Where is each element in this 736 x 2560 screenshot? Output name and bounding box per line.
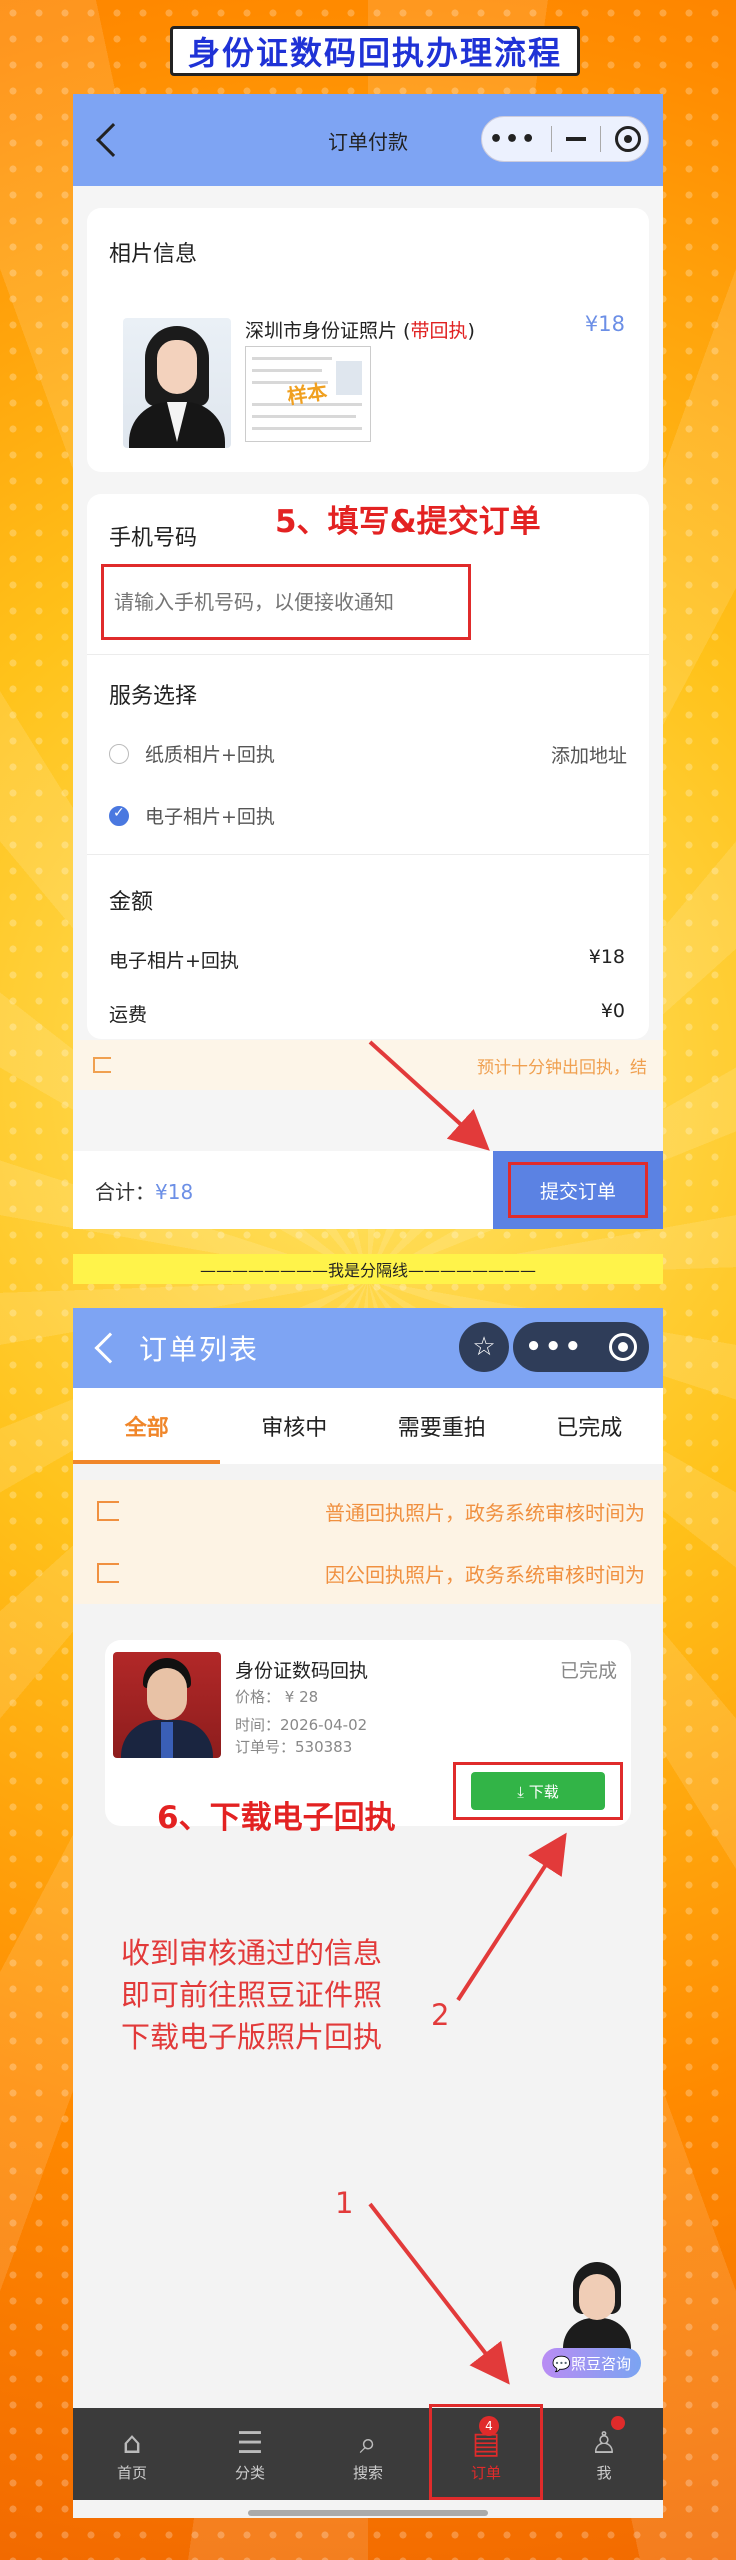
amount-row-label: 运费 bbox=[109, 1004, 148, 1026]
instruction-annotation: 收到审核通过的信息 即可前往照豆证件照 下载电子版照片回执 bbox=[121, 1936, 383, 2054]
search-icon: ⌕ bbox=[359, 2425, 377, 2461]
order-number: 订单号：530383 bbox=[235, 1738, 353, 1756]
consult-button[interactable]: 💬照豆咨询 bbox=[542, 2348, 641, 2378]
tabbar-home[interactable]: ⌂ 首页 bbox=[73, 2408, 191, 2500]
notification-dot bbox=[611, 2416, 625, 2430]
order-photo-thumbnail bbox=[113, 1652, 221, 1758]
more-icon[interactable]: ••• bbox=[525, 1332, 584, 1362]
order-count-badge: 4 bbox=[479, 2416, 499, 2436]
back-icon[interactable] bbox=[94, 1332, 126, 1364]
order-price: 价格： ¥ 28 bbox=[235, 1688, 319, 1706]
notice-text: 因公回执照片，政务系统审核时间为 bbox=[325, 1562, 645, 1587]
speaker-icon bbox=[97, 1563, 119, 1583]
service-label: 服务选择 bbox=[109, 684, 198, 709]
divider bbox=[87, 654, 649, 655]
order-tabs: 全部 审核中 需要重拍 已完成 bbox=[73, 1388, 663, 1464]
order-status: 已完成 bbox=[559, 1660, 617, 1682]
home-icon: ⌂ bbox=[122, 2425, 142, 2461]
submit-area: 提交订单 bbox=[493, 1151, 663, 1229]
tabbar-search[interactable]: ⌕ 搜索 bbox=[309, 2408, 427, 2500]
tabbar-me[interactable]: ♙ 我 bbox=[545, 2408, 663, 2500]
add-address-link[interactable]: 添加地址 bbox=[551, 741, 627, 768]
step-6-title: 6、下载电子回执 bbox=[157, 1800, 396, 1836]
notice-bar: 因公回执照片，政务系统审核时间为 bbox=[73, 1542, 663, 1604]
tab-all[interactable]: 全部 bbox=[73, 1388, 221, 1464]
step-number-2: 2 bbox=[431, 1998, 450, 2032]
order-form-card: 手机号码 5、填写&提交订单 服务选择 纸质相片+回执 添加地址 电子相片+回执… bbox=[87, 494, 649, 1039]
tabbar-orders[interactable]: ▤ 4 订单 bbox=[427, 2404, 545, 2500]
close-target-icon[interactable] bbox=[608, 1333, 637, 1361]
order-payment-header: 订单付款 ••• bbox=[73, 94, 663, 186]
speaker-icon bbox=[97, 1501, 119, 1521]
phone-input[interactable] bbox=[101, 564, 471, 640]
order-title: 身份证数码回执 bbox=[235, 1660, 369, 1682]
order-list-header: 订单列表 ☆ ••• bbox=[73, 1308, 663, 1388]
active-tab-indicator bbox=[73, 1460, 220, 1464]
photo-section-label: 相片信息 bbox=[109, 242, 198, 267]
flow-title-banner: 身份证数码回执办理流程 bbox=[170, 26, 580, 76]
tab-retake[interactable]: 需要重拍 bbox=[368, 1388, 516, 1464]
option-digital[interactable]: 电子相片+回执 bbox=[109, 802, 275, 829]
amount-row-value: ¥0 bbox=[600, 1000, 625, 1022]
separator-line: ————————我是分隔线———————— bbox=[73, 1254, 663, 1284]
download-button[interactable]: ⤓ 下载 bbox=[471, 1772, 605, 1810]
notice-text: 普通回执照片，政务系统审核时间为 bbox=[325, 1500, 645, 1525]
radio-unchecked-icon[interactable] bbox=[109, 743, 129, 764]
order-payment-screen: 订单付款 ••• 相片信息 深圳市身份证照片 (带回执) ¥18 样本 手机号码… bbox=[73, 94, 663, 1229]
option-paper-label: 纸质相片+回执 bbox=[145, 744, 275, 766]
capsule-divider bbox=[600, 126, 602, 152]
tab-reviewing[interactable]: 审核中 bbox=[221, 1388, 369, 1464]
notice-bar: 预计十分钟出回执，结 bbox=[73, 1040, 663, 1090]
category-icon: ☰ bbox=[236, 2425, 264, 2461]
back-icon[interactable] bbox=[96, 123, 130, 157]
bottom-tabbar: ⌂ 首页 ☰ 分类 ⌕ 搜索 ▤ 4 订单 ♙ 我 bbox=[73, 2404, 663, 2500]
amount-row: 电子相片+回执 ¥18 bbox=[109, 946, 625, 973]
amount-row-value: ¥18 bbox=[588, 946, 625, 968]
page-title: 订单列表 bbox=[139, 1333, 260, 1366]
order-list-screen: 订单列表 ☆ ••• 全部 审核中 需要重拍 已完成 普通回执照片，政务系统审核… bbox=[73, 1308, 663, 2518]
mini-program-capsule: ••• bbox=[513, 1322, 649, 1372]
photo-product-title: 深圳市身份证照片 (带回执) bbox=[245, 320, 475, 342]
speaker-icon bbox=[93, 1057, 111, 1073]
radio-checked-icon[interactable] bbox=[109, 805, 129, 826]
order-time: 时间：2026-04-02 bbox=[235, 1716, 368, 1734]
capsule-divider bbox=[551, 126, 553, 152]
amount-row: 运费 ¥0 bbox=[109, 1000, 625, 1027]
user-icon: ♙ bbox=[590, 2425, 618, 2461]
amount-label: 金额 bbox=[109, 890, 154, 915]
close-target-icon[interactable] bbox=[614, 126, 641, 152]
checkout-bar: 合计：¥18 提交订单 bbox=[73, 1151, 663, 1229]
more-icon[interactable]: ••• bbox=[489, 127, 537, 152]
order-total: 合计：¥18 bbox=[95, 1179, 194, 1204]
photo-price: ¥18 bbox=[584, 312, 625, 336]
option-digital-label: 电子相片+回执 bbox=[145, 806, 275, 828]
divider bbox=[87, 854, 649, 855]
tabbar-category[interactable]: ☰ 分类 bbox=[191, 2408, 309, 2500]
step-number-1: 1 bbox=[335, 2186, 354, 2220]
notice-text: 预计十分钟出回执，结 bbox=[477, 1057, 647, 1078]
download-highlight: ⤓ 下载 bbox=[453, 1762, 623, 1820]
star-icon[interactable]: ☆ bbox=[459, 1322, 509, 1372]
tab-completed[interactable]: 已完成 bbox=[516, 1388, 664, 1464]
sample-watermark: 样本 bbox=[285, 379, 329, 409]
notice-bar: 普通回执照片，政务系统审核时间为 bbox=[73, 1480, 663, 1542]
id-photo-thumbnail bbox=[123, 318, 231, 448]
step-5-title: 5、填写&提交订单 bbox=[275, 504, 541, 540]
home-indicator bbox=[248, 2510, 488, 2516]
amount-row-label: 电子相片+回执 bbox=[109, 950, 239, 972]
option-paper[interactable]: 纸质相片+回执 bbox=[109, 740, 275, 767]
phone-label: 手机号码 bbox=[109, 526, 198, 551]
photo-info-card: 相片信息 深圳市身份证照片 (带回执) ¥18 样本 bbox=[87, 208, 649, 472]
submit-order-button[interactable]: 提交订单 bbox=[508, 1162, 648, 1218]
minimize-icon[interactable] bbox=[566, 137, 587, 141]
mini-program-capsule: ••• bbox=[481, 116, 649, 162]
